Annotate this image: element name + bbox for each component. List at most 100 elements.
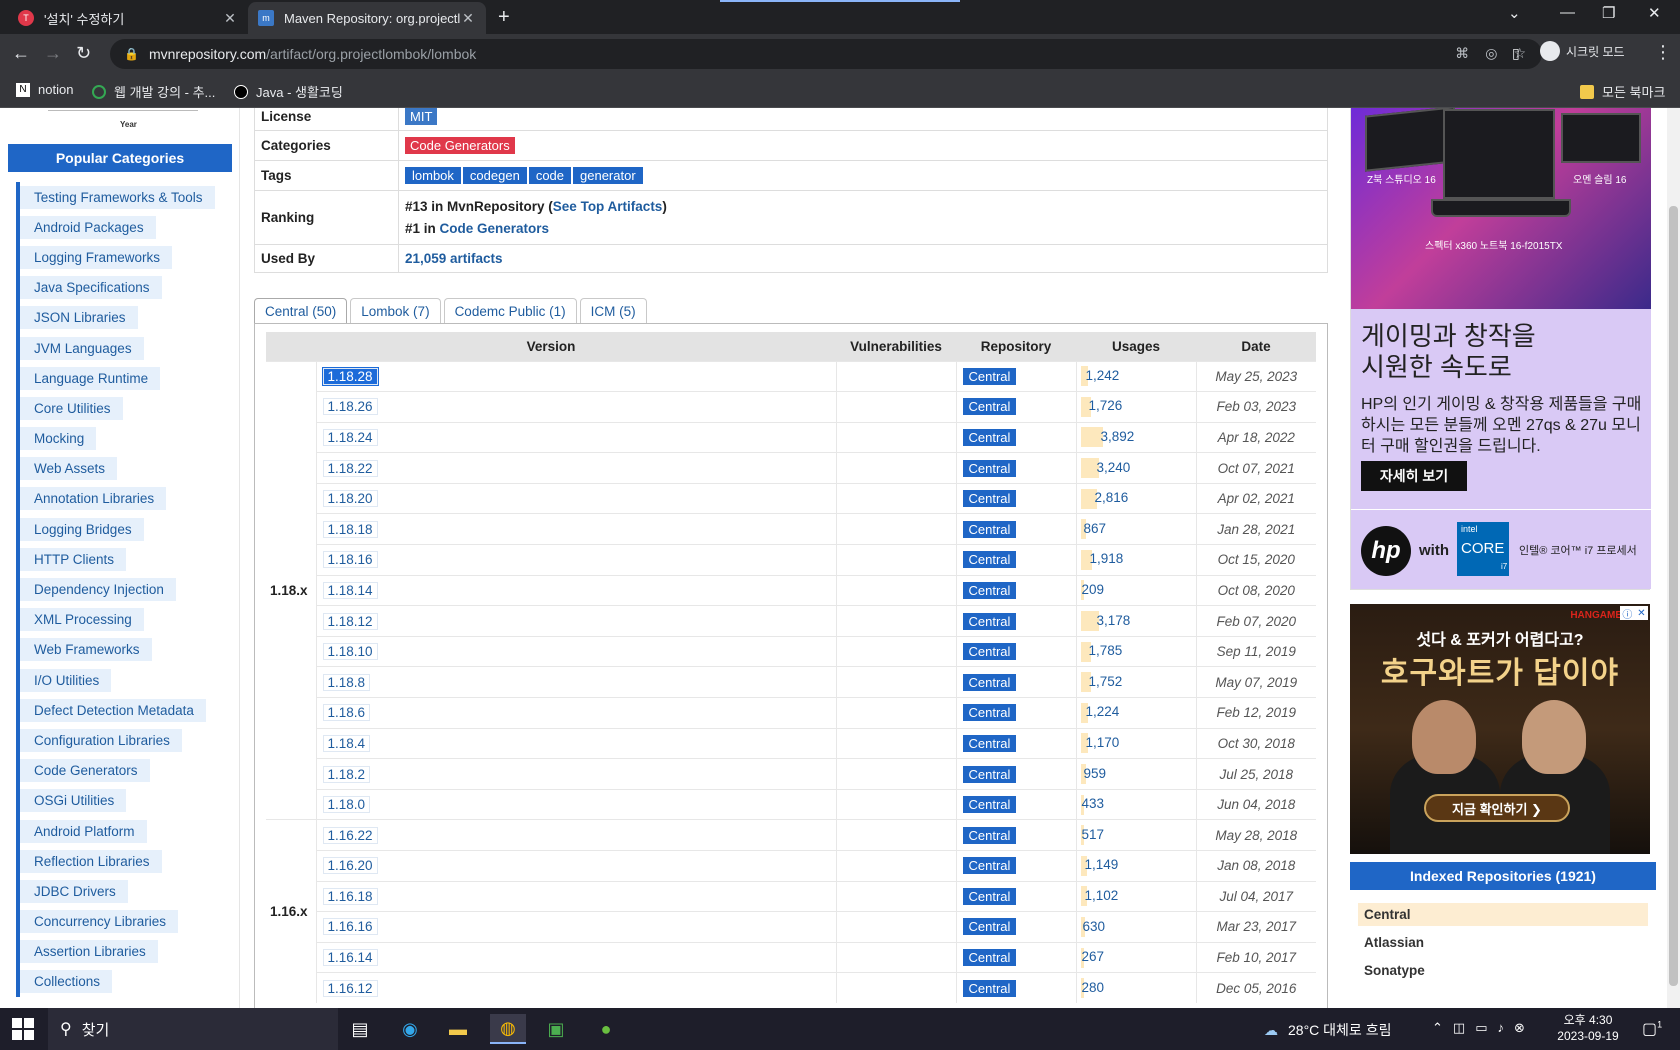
category-item[interactable]: Web Assets — [16, 453, 226, 484]
category-link[interactable]: Core Utilities — [20, 396, 123, 420]
address-bar[interactable]: 🔒 mvnrepository.com /artifact/org.projec… — [110, 39, 1542, 69]
category-link[interactable]: Logging Bridges — [20, 517, 144, 541]
menu-icon[interactable]: ⋮ — [1654, 42, 1672, 63]
all-bookmarks[interactable]: 모든 북마크 — [1580, 82, 1665, 101]
version-link[interactable]: 1.16.14 — [322, 949, 378, 967]
chrome-icon[interactable]: ◍ — [490, 1014, 526, 1044]
version-link[interactable]: 1.16.20 — [322, 857, 378, 875]
tab-lombok[interactable]: Lombok (7) — [350, 298, 441, 324]
tab-icm[interactable]: ICM (5) — [579, 298, 647, 324]
category-link[interactable]: Mocking — [20, 427, 97, 451]
repository-badge[interactable]: Central — [962, 428, 1017, 446]
taskbar-clock[interactable]: 오후 4:30 2023-09-19 — [1546, 1012, 1630, 1044]
repository-badge[interactable]: Central — [962, 459, 1017, 477]
category-link[interactable]: XML Processing — [20, 608, 144, 632]
category-link[interactable]: Android Platform — [20, 819, 147, 843]
tab-codemc-public[interactable]: Codemc Public (1) — [443, 298, 577, 324]
category-item[interactable]: Core Utilities — [16, 393, 226, 424]
version-link[interactable]: 1.18.18 — [322, 520, 378, 538]
repository-badge[interactable]: Central — [962, 765, 1017, 783]
version-link[interactable]: 1.18.12 — [322, 612, 378, 630]
category-link[interactable]: Java Specifications — [20, 276, 162, 300]
incognito-profile[interactable]: 시크릿 모드 — [1540, 41, 1625, 61]
category-item[interactable]: Assertion Libraries — [16, 936, 226, 967]
version-link[interactable]: 1.18.10 — [322, 643, 378, 661]
usages-link[interactable]: 1,149 — [1085, 857, 1119, 872]
side-panel-icon[interactable]: ▯ — [1512, 45, 1520, 62]
hp-advertisement[interactable]: Z북 스튜디오 16 오멘 슬림 16 스펙터 x360 노트북 16-f201… — [1350, 108, 1651, 590]
category-item[interactable]: Collections — [16, 966, 226, 998]
category-item[interactable]: Annotation Libraries — [16, 483, 226, 515]
usages-link[interactable]: 433 — [1082, 796, 1105, 811]
tab-maven-repository[interactable]: m Maven Repository: org.projectlombok ✕ — [248, 2, 486, 34]
file-explorer-icon[interactable]: ▬ — [440, 1014, 476, 1044]
edge-icon[interactable]: ◉ — [392, 1014, 428, 1044]
hp-cta-button[interactable]: 자세히 보기 — [1361, 461, 1467, 491]
repository-badge[interactable]: Central — [962, 949, 1017, 967]
usages-link[interactable]: 1,918 — [1090, 551, 1124, 566]
windows-start-icon[interactable] — [12, 1018, 34, 1040]
category-item[interactable]: Android Platform — [16, 815, 226, 847]
category-item[interactable]: JDBC Drivers — [16, 876, 226, 907]
repository-badge[interactable]: Central — [962, 887, 1017, 905]
page-scrollbar[interactable] — [1667, 108, 1680, 1008]
scrollbar-thumb[interactable] — [1669, 206, 1678, 986]
tracking-icon[interactable]: ◎ — [1485, 45, 1497, 62]
close-tab-icon[interactable]: ✕ — [222, 10, 238, 27]
category-item[interactable]: Code Generators — [16, 755, 226, 786]
reload-icon[interactable]: ↻ — [76, 43, 91, 64]
category-item[interactable]: Defect Detection Metadata — [16, 695, 226, 726]
category-item[interactable]: HTTP Clients — [16, 544, 226, 575]
translate-icon[interactable]: ⌘ — [1455, 45, 1469, 62]
tag-generator[interactable]: generator — [573, 167, 643, 184]
lock-icon[interactable]: 🔒 — [124, 47, 139, 61]
category-link[interactable]: Language Runtime — [20, 366, 161, 390]
category-link[interactable]: Collections — [20, 970, 113, 994]
tab-search-icon[interactable]: ⌄ — [1508, 4, 1521, 22]
tray-app-icon[interactable]: ◫ — [1453, 1020, 1465, 1036]
category-item[interactable]: Dependency Injection — [16, 574, 226, 605]
minimize-icon[interactable]: — — [1560, 4, 1575, 21]
version-link[interactable]: 1.16.16 — [322, 918, 378, 936]
tag-code[interactable]: code — [528, 167, 572, 184]
repository-badge[interactable]: Central — [962, 612, 1017, 630]
category-item[interactable]: Java Specifications — [16, 272, 226, 303]
volume-icon[interactable]: ♪ — [1498, 1020, 1505, 1036]
repository-badge[interactable]: Central — [962, 918, 1017, 936]
category-link[interactable]: Concurrency Libraries — [20, 910, 179, 934]
usages-link[interactable]: 1,752 — [1089, 674, 1123, 689]
repository-badge[interactable]: Central — [962, 796, 1017, 814]
category-item[interactable]: Logging Bridges — [16, 514, 226, 545]
category-link[interactable]: I/O Utilities — [20, 668, 112, 692]
app-window-icon[interactable]: ▣ — [538, 1014, 574, 1044]
code-generators-rank-link[interactable]: Code Generators — [440, 221, 550, 236]
version-link[interactable]: 1.18.22 — [322, 459, 378, 477]
repository-badge[interactable]: Central — [962, 673, 1017, 691]
weather-widget[interactable]: ☁ 28°C 대체로 흐림 — [1264, 1020, 1391, 1040]
category-item[interactable]: Testing Frameworks & Tools — [16, 182, 226, 213]
usages-link[interactable]: 3,240 — [1097, 460, 1131, 475]
category-item[interactable]: JSON Libraries — [16, 302, 226, 333]
tag-lombok[interactable]: lombok — [405, 167, 461, 184]
repository-badge[interactable]: Central — [962, 857, 1017, 875]
used-by-link[interactable]: 21,059 artifacts — [405, 251, 503, 266]
category-item[interactable]: Language Runtime — [16, 363, 226, 394]
category-link[interactable]: HTTP Clients — [20, 547, 127, 571]
category-link[interactable]: Android Packages — [20, 215, 156, 239]
version-link[interactable]: 1.16.12 — [322, 979, 378, 997]
close-tab-icon[interactable]: ✕ — [460, 10, 476, 27]
tray-chevron-icon[interactable]: ⌃ — [1432, 1020, 1443, 1036]
usages-link[interactable]: 1,224 — [1086, 704, 1120, 719]
usages-link[interactable]: 1,242 — [1086, 368, 1120, 383]
repository-badge[interactable]: Central — [962, 520, 1017, 538]
usages-link[interactable]: 630 — [1083, 919, 1106, 934]
forward-icon[interactable]: → — [44, 43, 62, 64]
category-link[interactable]: Code Generators — [20, 759, 150, 783]
muted-icon[interactable]: ⊗ — [1514, 1020, 1525, 1036]
version-link[interactable]: 1.18.26 — [322, 398, 378, 416]
indexed-repo-link[interactable]: Atlassian — [1358, 931, 1430, 954]
see-top-artifacts-link[interactable]: See Top Artifacts — [553, 199, 663, 214]
indexed-repo-item[interactable]: Central — [1358, 900, 1652, 928]
version-link[interactable]: 1.18.20 — [322, 490, 378, 508]
category-link[interactable]: Annotation Libraries — [20, 487, 167, 511]
